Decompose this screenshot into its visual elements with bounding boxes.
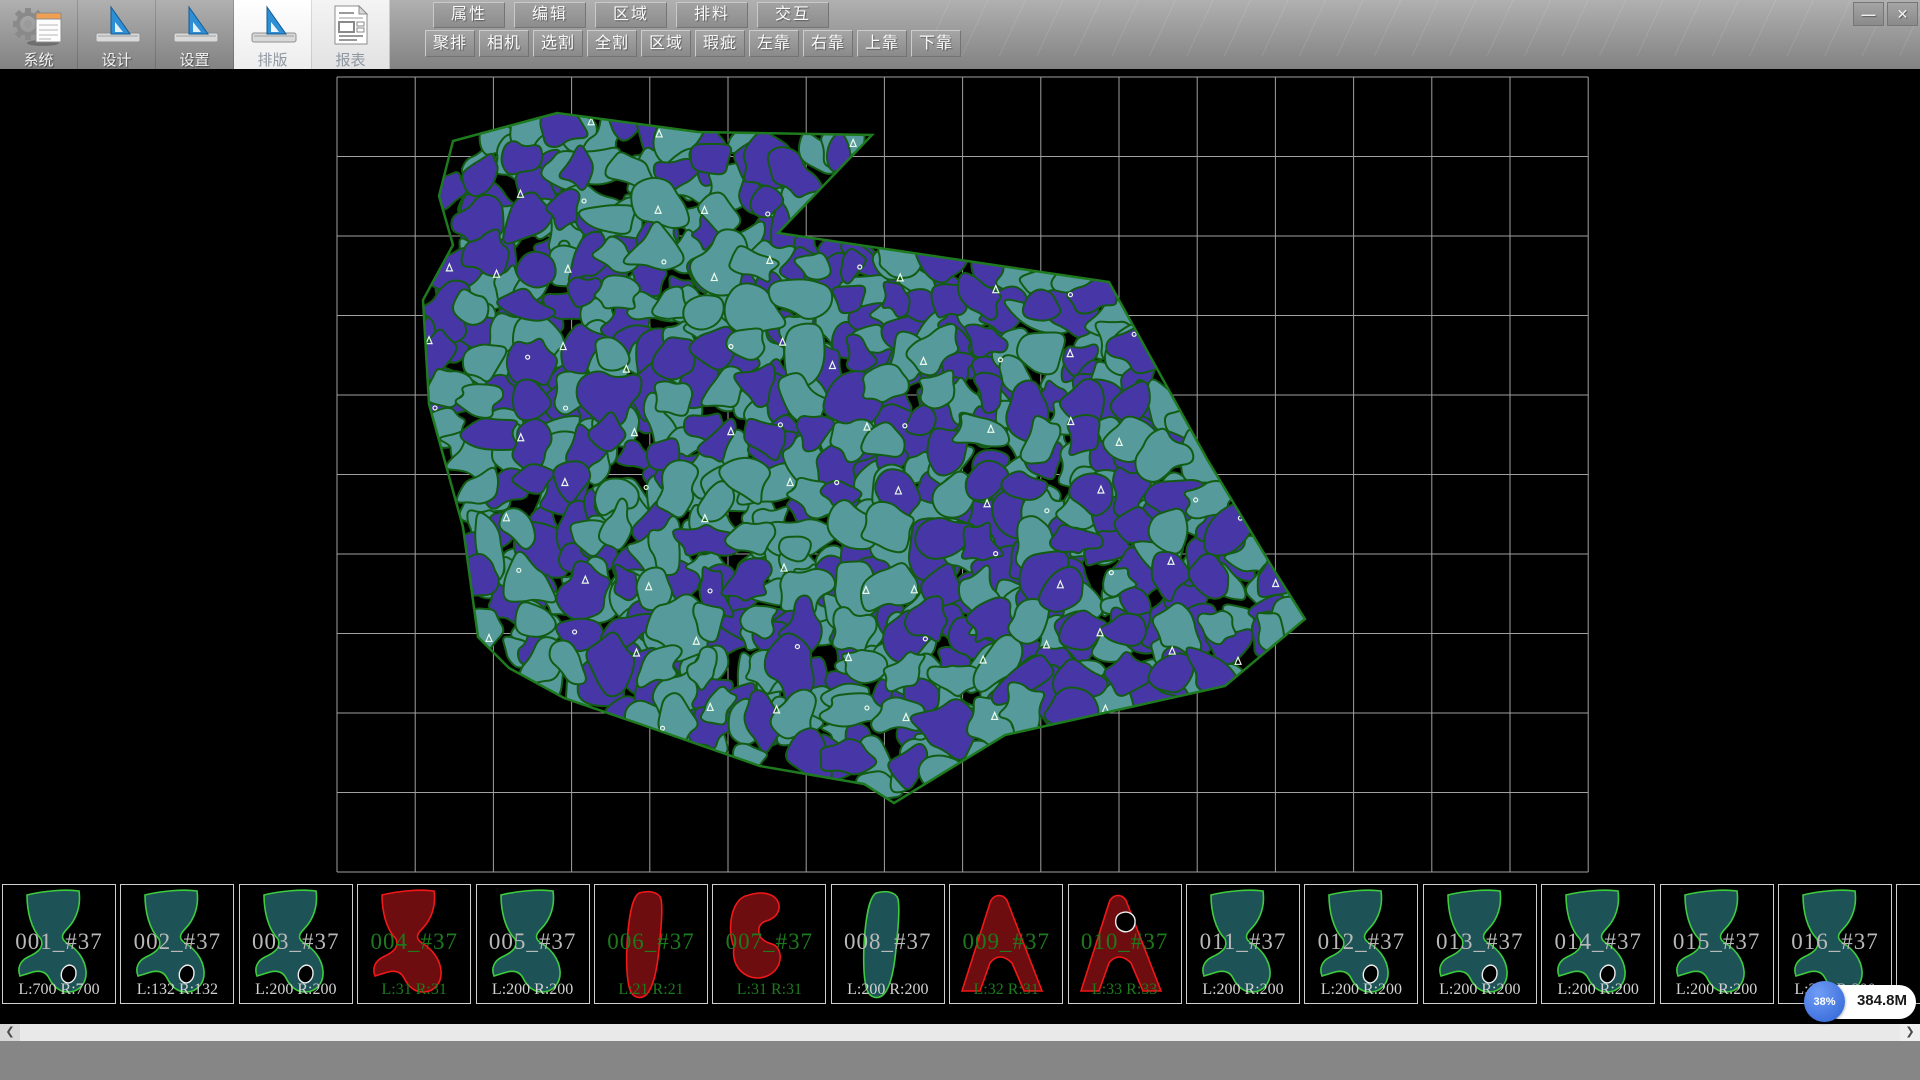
nav-label: 排版	[257, 49, 287, 70]
piece-name: 002_#37	[121, 929, 233, 955]
tool-button-row: 聚排 相机 选割 全割 区域 瑕疵 左靠 右靠 上靠 下靠	[425, 30, 965, 57]
tool-align-top[interactable]: 上靠	[857, 30, 907, 57]
main-nav: 系统 设计 设置	[0, 0, 390, 69]
thumbnail-cell[interactable]: 001_#37 L:700 R:700	[2, 884, 116, 1004]
thumbnail-cell[interactable]: 013_#37 L:200 R:200	[1423, 884, 1537, 1004]
piece-lr-count: L:31 R:31	[713, 981, 825, 999]
piece-lr-count: L:200 R:200	[1661, 981, 1773, 999]
nav-button-settings[interactable]: 设置	[156, 0, 234, 69]
toolbar-texture	[930, 0, 1920, 56]
tool-align-bottom[interactable]: 下靠	[911, 30, 961, 57]
system-gear-icon	[11, 3, 67, 47]
tool-cluster-nest[interactable]: 聚排	[425, 30, 475, 57]
tool-region[interactable]: 区域	[641, 30, 691, 57]
tool-camera[interactable]: 相机	[479, 30, 529, 57]
piece-lr-count: L:31 R:31	[358, 981, 470, 999]
layout-ruler-icon	[245, 3, 301, 47]
settings-ruler-icon	[167, 3, 223, 47]
piece-name: 011_#37	[1187, 929, 1299, 955]
piece-lr-count: L:200 R:200	[1542, 981, 1654, 999]
close-button[interactable]: ✕	[1887, 2, 1918, 26]
tool-align-left[interactable]: 左靠	[749, 30, 799, 57]
piece-name: 006_#37	[595, 929, 707, 955]
piece-lr-count: L:200 R:200	[1424, 981, 1536, 999]
top-toolbar: 系统 设计 设置	[0, 0, 1920, 69]
piece-lr-count: L:200 R:200	[240, 981, 352, 999]
nav-button-layout[interactable]: 排版	[234, 0, 312, 69]
nested-pieces[interactable]	[401, 98, 1308, 799]
thumbnail-cell[interactable]: 007_#37 L:31 R:31	[712, 884, 826, 1004]
thumbnail-cell[interactable]: 005_#37 L:200 R:200	[476, 884, 590, 1004]
piece-name: 010_#37	[1069, 929, 1181, 955]
thumbnail-cell[interactable]: 015_#37 L:200 R:200	[1660, 884, 1774, 1004]
tool-align-right[interactable]: 右靠	[803, 30, 853, 57]
report-doc-icon	[327, 3, 375, 47]
thumbnail-cell[interactable]: 003_#37 L:200 R:200	[239, 884, 353, 1004]
nav-label: 系统	[23, 49, 53, 70]
piece-name: 014_#37	[1542, 929, 1654, 955]
piece-lr-count: L:33 R:33	[1069, 981, 1181, 999]
memory-value: 384.8M	[1857, 992, 1907, 1009]
piece-name: 012_#37	[1305, 929, 1417, 955]
piece-lr-count: L:200 R:200	[832, 981, 944, 999]
thumbnail-cell[interactable]: 012_#37 L:200 R:200	[1304, 884, 1418, 1004]
piece-name: 003_#37	[240, 929, 352, 955]
scroll-left-icon[interactable]: ❮	[0, 1024, 20, 1041]
nesting-canvas[interactable]	[0, 69, 1920, 882]
design-ruler-icon	[89, 3, 145, 47]
piece-lr-count: L:200 R:200	[477, 981, 589, 999]
nesting-canvas-viewport[interactable]	[0, 69, 1920, 882]
thumbnail-cell[interactable]: 014_#37 L:200 R:200	[1541, 884, 1655, 1004]
thumbnail-cell[interactable]: 004_#37 L:31 R:31	[357, 884, 471, 1004]
tool-cut-all[interactable]: 全割	[587, 30, 637, 57]
piece-name: 016_#37	[1779, 929, 1891, 955]
thumbnail-cell[interactable]: 006_#37 L:21 R:21	[594, 884, 708, 1004]
piece-name: 005_#37	[477, 929, 589, 955]
nav-label: 设计	[101, 49, 131, 70]
tool-cut-selected[interactable]: 选割	[533, 30, 583, 57]
piece-lr-count: L:200 R:200	[1305, 981, 1417, 999]
piece-lr-count: L:21 R:21	[595, 981, 707, 999]
thumbnail-cell[interactable]: 002_#37 L:132 R:132	[120, 884, 234, 1004]
piece-name: 004_#37	[358, 929, 470, 955]
nav-label: 报表	[335, 49, 365, 70]
menu-tab-edit[interactable]: 编辑	[514, 2, 586, 28]
thumbnail-cell[interactable]: 009_#37 L:32 R:31	[949, 884, 1063, 1004]
piece-name: 013_#37	[1424, 929, 1536, 955]
horizontal-scrollbar[interactable]: ❮ ❯	[0, 1024, 1920, 1041]
nav-button-report[interactable]: 报表	[312, 0, 390, 69]
menu-tab-properties[interactable]: 属性	[433, 2, 505, 28]
nav-button-design[interactable]: 设计	[78, 0, 156, 69]
menu-tab-region[interactable]: 区域	[595, 2, 667, 28]
thumbnail-cell[interactable]: 011_#37 L:200 R:200	[1186, 884, 1300, 1004]
piece-name: 007_#37	[713, 929, 825, 955]
menu-tab-interaction[interactable]: 交互	[757, 2, 829, 28]
percent-circle: 38%	[1804, 981, 1845, 1022]
nav-label: 设置	[179, 49, 209, 70]
piece-lr-count: L:132 R:132	[121, 981, 233, 999]
piece-name: 015_#37	[1661, 929, 1773, 955]
scroll-right-icon[interactable]: ❯	[1900, 1024, 1920, 1041]
piece-lr-count: L:32 R:31	[950, 981, 1062, 999]
piece-thumbnail-strip: 001_#37 L:700 R:700 002_#37 L:132 R:132 003_…	[0, 882, 1920, 1024]
minimize-button[interactable]: —	[1853, 2, 1884, 26]
piece-lr-count: L:700 R:700	[3, 981, 115, 999]
thumbnail-cell[interactable]: 008_#37 L:200 R:200	[831, 884, 945, 1004]
menu-tab-row: 属性 编辑 区域 排料 交互	[433, 2, 838, 28]
nesting-app-window: { "window": { "controls": { "minimize": …	[0, 0, 1920, 1080]
tool-defect[interactable]: 瑕疵	[695, 30, 745, 57]
nav-button-system[interactable]: 系统	[0, 0, 78, 69]
piece-name: 009_#37	[950, 929, 1062, 955]
thumbnail-cell[interactable]: 010_#37 L:33 R:33	[1068, 884, 1182, 1004]
menu-tab-nesting[interactable]: 排料	[676, 2, 748, 28]
memory-usage-badge[interactable]: 384.8M 38%	[1804, 981, 1916, 1023]
window-controls: — ✕	[1853, 2, 1918, 26]
piece-lr-count: L:200 R:200	[1187, 981, 1299, 999]
status-strip	[0, 1041, 1920, 1080]
piece-name: 008_#37	[832, 929, 944, 955]
piece-name: 0	[1897, 929, 1920, 955]
piece-name: 001_#37	[3, 929, 115, 955]
